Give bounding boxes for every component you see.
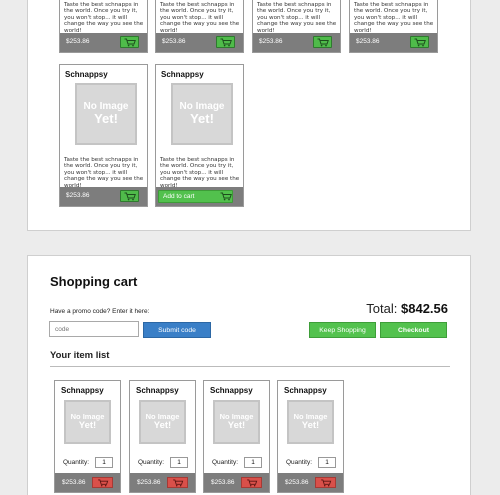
no-image-text-2: Yet!	[78, 419, 97, 431]
price-bar: $253.86	[130, 473, 195, 492]
catalog-panel: Taste the best schnapps in the world. On…	[27, 0, 471, 231]
cart-icon	[246, 478, 257, 486]
cart-icon	[317, 38, 329, 46]
quantity-label: Quantity:	[63, 459, 90, 466]
price-bar: $253.86	[60, 187, 147, 206]
no-image-text-2: Yet!	[227, 419, 246, 431]
cart-icon	[124, 192, 136, 200]
order-total: Total: $842.56	[366, 301, 448, 316]
product-card: Taste the best schnapps in the world. On…	[59, 0, 148, 53]
product-card: Schnappsy No Image Yet! Taste the best s…	[155, 64, 244, 207]
product-name: Schnappsy	[136, 386, 179, 395]
divider	[50, 366, 450, 367]
no-image-placeholder: No Image Yet!	[287, 400, 334, 444]
price-bar: $253.86	[55, 473, 120, 492]
no-image-placeholder: No Image Yet!	[139, 400, 186, 444]
product-description: Taste the best schnapps in the world. On…	[64, 2, 144, 34]
product-price: $253.86	[137, 479, 161, 486]
cart-icon	[172, 478, 183, 486]
remove-from-cart-button[interactable]	[315, 477, 336, 488]
remove-from-cart-button[interactable]	[92, 477, 113, 488]
promo-code-input[interactable]	[49, 321, 139, 337]
keep-shopping-button[interactable]: Keep Shopping	[309, 322, 376, 338]
cart-item: Schnappsy No Image Yet! Quantity: 1 $253…	[203, 380, 270, 493]
product-name: Schnappsy	[210, 386, 253, 395]
cart-icon	[220, 192, 232, 201]
shopping-cart-panel: Shopping cart Have a promo code? Enter i…	[27, 255, 471, 495]
product-price: $253.86	[66, 192, 90, 199]
add-to-cart-button[interactable]: Add to cart	[158, 190, 233, 203]
add-to-cart-label: Add to cart	[163, 193, 195, 200]
product-description: Taste the best schnapps in the world. On…	[160, 157, 240, 189]
submit-code-button[interactable]: Submit code	[143, 322, 211, 338]
no-image-placeholder: No Image Yet!	[64, 400, 111, 444]
product-price: $253.86	[356, 38, 380, 45]
quantity-input[interactable]: 1	[318, 457, 336, 468]
cart-icon	[124, 38, 136, 46]
no-image-text-2: Yet!	[153, 419, 172, 431]
quantity-input[interactable]: 1	[170, 457, 188, 468]
product-name: Schnappsy	[284, 386, 327, 395]
no-image-placeholder: No Image Yet!	[75, 83, 137, 145]
remove-from-cart-button[interactable]	[167, 477, 188, 488]
remove-from-cart-button[interactable]	[241, 477, 262, 488]
product-name: Schnappsy	[61, 386, 104, 395]
add-to-cart-button[interactable]	[313, 36, 332, 48]
product-card: Taste the best schnapps in the world. On…	[349, 0, 438, 53]
product-card: Schnappsy No Image Yet! Taste the best s…	[59, 64, 148, 207]
cart-icon	[97, 478, 108, 486]
price-bar: $253.86	[350, 33, 437, 52]
quantity-label: Quantity:	[138, 459, 165, 466]
cart-item: Schnappsy No Image Yet! Quantity: 1 $253…	[54, 380, 121, 493]
no-image-text-2: Yet!	[94, 111, 118, 127]
cart-item: Schnappsy No Image Yet! Quantity: 1 $253…	[129, 380, 196, 493]
price-bar: $253.86	[60, 33, 147, 52]
price-bar: $253.86	[278, 473, 343, 492]
item-list-heading: Your item list	[50, 350, 110, 361]
product-card: Taste the best schnapps in the world. On…	[155, 0, 244, 53]
product-card: Taste the best schnapps in the world. On…	[252, 0, 341, 53]
product-description: Taste the best schnapps in the world. On…	[64, 157, 144, 189]
price-bar: Add to cart	[156, 187, 243, 206]
quantity-label: Quantity:	[212, 459, 239, 466]
product-description: Taste the best schnapps in the world. On…	[257, 2, 337, 34]
product-description: Taste the best schnapps in the world. On…	[354, 2, 434, 34]
add-to-cart-button[interactable]	[120, 190, 139, 202]
quantity-input[interactable]: 1	[244, 457, 262, 468]
no-image-placeholder: No Image Yet!	[213, 400, 260, 444]
product-price: $253.86	[259, 38, 283, 45]
product-price: $253.86	[62, 479, 86, 486]
no-image-text-2: Yet!	[301, 419, 320, 431]
checkout-button[interactable]: Checkout	[380, 322, 447, 338]
promo-label: Have a promo code? Enter it here:	[50, 308, 150, 315]
total-value: $842.56	[401, 301, 448, 316]
add-to-cart-button[interactable]	[410, 36, 429, 48]
quantity-label: Quantity:	[286, 459, 313, 466]
product-price: $253.86	[285, 479, 309, 486]
cart-icon-wrap	[216, 191, 235, 202]
price-bar: $253.86	[204, 473, 269, 492]
cart-icon	[414, 38, 426, 46]
no-image-placeholder: No Image Yet!	[171, 83, 233, 145]
product-description: Taste the best schnapps in the world. On…	[160, 2, 240, 34]
product-price: $253.86	[162, 38, 186, 45]
product-price: $253.86	[66, 38, 90, 45]
product-name: Schnappsy	[65, 70, 108, 79]
total-label: Total:	[366, 301, 398, 316]
add-to-cart-button[interactable]	[216, 36, 235, 48]
add-to-cart-button[interactable]	[120, 36, 139, 48]
cart-icon	[220, 38, 232, 46]
product-price: $253.86	[211, 479, 235, 486]
price-bar: $253.86	[253, 33, 340, 52]
page-title: Shopping cart	[50, 274, 138, 289]
price-bar: $253.86	[156, 33, 243, 52]
cart-item: Schnappsy No Image Yet! Quantity: 1 $253…	[277, 380, 344, 493]
no-image-text-2: Yet!	[190, 111, 214, 127]
quantity-input[interactable]: 1	[95, 457, 113, 468]
cart-icon	[320, 478, 331, 486]
product-name: Schnappsy	[161, 70, 204, 79]
